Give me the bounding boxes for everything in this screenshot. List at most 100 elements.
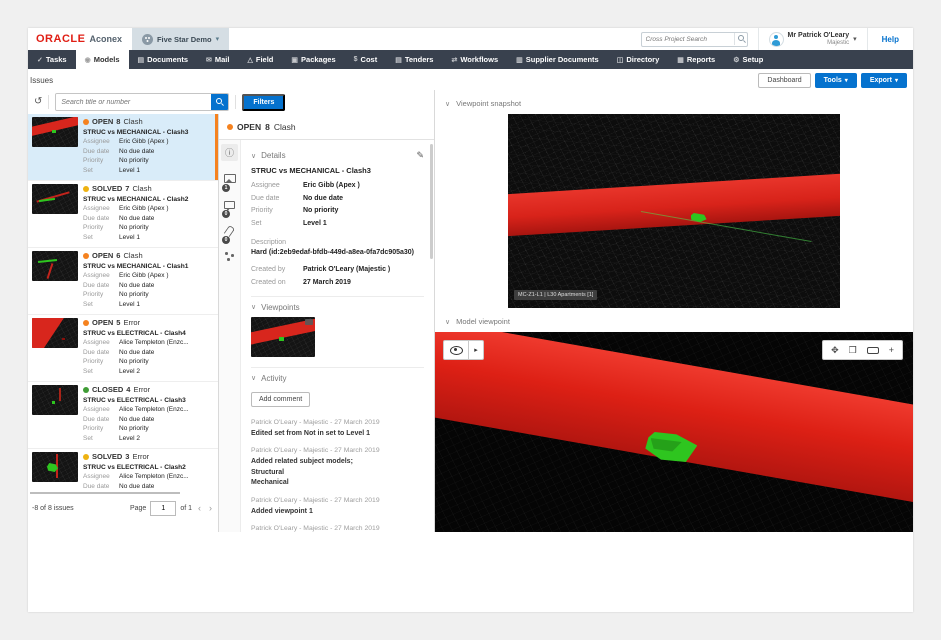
filters-button[interactable]: Filters [242,94,285,111]
issue-priority: No priority [119,223,149,232]
project-selector[interactable]: Five Star Demo ▾ [132,28,229,50]
cross-project-search-input[interactable] [642,36,734,43]
issue-set: Level 1 [119,300,140,309]
viewer-toolbar: ✥ ❒ + [822,340,903,360]
vertical-scrollbar[interactable] [430,144,433,259]
nav-tab-cost[interactable]: $ Cost [345,50,387,69]
nav-tab-label: Mail [215,55,230,64]
activity-entry: Patrick O'Leary - Majestic - 27 March 20… [251,447,424,489]
page-input[interactable] [150,501,176,516]
issue-status: OPEN [92,318,113,329]
details-section-header[interactable]: ∨ Details ✎ [251,150,424,161]
issue-search-input[interactable] [56,94,211,110]
pan-icon[interactable]: ✥ [831,346,839,355]
nav-tab-label: Reports [687,55,715,64]
activity-meta: Patrick O'Leary - Majestic - 27 March 20… [251,525,424,532]
issue-due-date: No due date [119,147,154,156]
status-dot [83,387,89,393]
viewpoints-icon[interactable]: 1 [221,170,238,187]
section-box-icon[interactable]: ❒ [849,346,857,355]
issue-thumbnail[interactable] [32,318,78,348]
issue-list-item[interactable]: OPEN 8 Clash STRUC vs MECHANICAL - Clash… [28,114,218,181]
viewpoint-snapshot-header[interactable]: ∨ Viewpoint snapshot [435,90,913,114]
activity-text: Added viewpoint 1 [251,507,424,518]
nav-tab-field[interactable]: △ Field [238,50,282,69]
issue-list-item[interactable]: OPEN 6 Clash STRUC vs MECHANICAL - Clash… [28,248,218,315]
export-button[interactable]: Export▾ [861,73,907,88]
issue-thumbnail[interactable] [32,385,78,415]
search-icon[interactable] [211,94,228,110]
nav-tab-models[interactable]: ◉ Models [76,50,129,69]
info-icon[interactable]: ⓘ [221,144,238,161]
comments-icon[interactable]: 0 [221,196,238,213]
nav-tab-tenders[interactable]: ▤ Tenders [386,50,442,69]
viewpoint-snapshot-title: Viewpoint snapshot [456,99,521,108]
dashboard-button[interactable]: Dashboard [758,73,810,88]
related-models-icon[interactable] [221,248,238,265]
issue-list-item[interactable]: SOLVED 7 Clash STRUC vs MECHANICAL - Cla… [28,181,218,248]
user-menu[interactable]: Mr Patrick O'Leary Majestic ▾ [758,28,867,50]
model-viewpoint-header[interactable]: ∨ Model viewpoint [435,308,913,332]
issue-search [55,93,229,111]
nav-tab-mail[interactable]: ✉ Mail [197,50,238,69]
viewpoint-thumbnail[interactable] [251,317,315,357]
activity-section-header[interactable]: ∨ Activity [251,374,424,383]
expand-controls-button[interactable]: ▸ [469,340,484,360]
issue-assignee: Eric Gibb (Apex ) [119,137,169,146]
snapshot-stage: MC-Z1-L1 | L30 Apartments [1] [435,114,913,308]
detail-set: Level 1 [303,218,327,231]
detail-icon-rail: ⓘ 1 0 0 [219,140,241,532]
issue-list: OPEN 8 Clash STRUC vs MECHANICAL - Clash… [28,114,218,490]
visibility-button[interactable] [443,340,469,360]
issue-priority: No priority [119,424,149,433]
issue-status: SOLVED [92,452,122,463]
nav-tab-icon: ▦ [677,56,684,64]
tools-button[interactable]: Tools▾ [815,73,857,88]
viewpoint-snapshot-image[interactable]: MC-Z1-L1 | L30 Apartments [1] [508,114,840,308]
screen: ORACLE Aconex Five Star Demo ▾ Mr Patric… [0,0,941,640]
next-page-icon[interactable]: › [207,503,214,513]
edit-icon[interactable]: ✎ [416,150,424,161]
attachments-icon[interactable]: 0 [221,222,238,239]
help-link[interactable]: Help [867,28,913,50]
model-viewpoint-title: Model viewpoint [456,317,510,326]
nav-tab-icon: ▤ [138,56,145,64]
issue-number: 7 [125,184,129,195]
activity-meta: Patrick O'Leary - Majestic - 27 March 20… [251,497,424,504]
nav-tab-workflows[interactable]: ⇄ Workflows [442,50,507,69]
detail-content: ∨ Details ✎ STRUC vs MECHANICAL - Clash3… [241,140,434,532]
refresh-icon[interactable]: ↺ [34,97,42,107]
issue-list-item[interactable]: SOLVED 3 Error STRUC vs ELECTRICAL - Cla… [28,449,218,490]
add-comment-button[interactable]: Add comment [251,392,310,407]
issue-list-item[interactable]: CLOSED 4 Error STRUC vs ELECTRICAL - Cla… [28,382,218,449]
issue-title: STRUC vs MECHANICAL - Clash3 [83,128,214,138]
issue-number: 6 [116,251,120,262]
nav-tab-reports[interactable]: ▦ Reports [668,50,724,69]
nav-tab-directory[interactable]: ◫ Directory [608,50,669,69]
brand-logo: ORACLE Aconex [28,28,132,50]
issue-thumbnail[interactable] [32,452,78,482]
issue-thumbnail[interactable] [32,184,78,214]
issue-thumbnail[interactable] [32,117,78,147]
detail-number: 8 [265,122,270,132]
nav-tab-icon: ▣ [291,56,298,64]
model-viewer[interactable]: ▸ ✥ ❒ + [435,332,913,532]
issue-type: Clash [123,251,142,262]
search-icon[interactable] [734,33,747,45]
measure-icon[interactable] [867,347,879,354]
nav-tab-packages[interactable]: ▣ Packages [282,50,344,69]
prev-page-icon[interactable]: ‹ [196,503,203,513]
issue-list-item[interactable]: OPEN 5 Error STRUC vs ELECTRICAL - Clash… [28,315,218,382]
avatar [769,32,784,47]
nav-tab-setup[interactable]: ⚙ Setup [724,50,772,69]
issue-status: OPEN [92,117,113,128]
nav-tab-supplier-documents[interactable]: ▥ Supplier Documents [507,50,608,69]
activity-meta: Patrick O'Leary - Majestic - 27 March 20… [251,419,424,426]
viewpoints-section-header[interactable]: ∨ Viewpoints [251,303,424,312]
zoom-in-icon[interactable]: + [889,346,894,355]
issue-due-date: No due date [119,281,154,290]
nav-tab-documents[interactable]: ▤ Documents [129,50,197,69]
issue-title: STRUC vs MECHANICAL - Clash1 [83,262,214,272]
issue-thumbnail[interactable] [32,251,78,281]
nav-tab-tasks[interactable]: ✓ Tasks [28,50,76,69]
